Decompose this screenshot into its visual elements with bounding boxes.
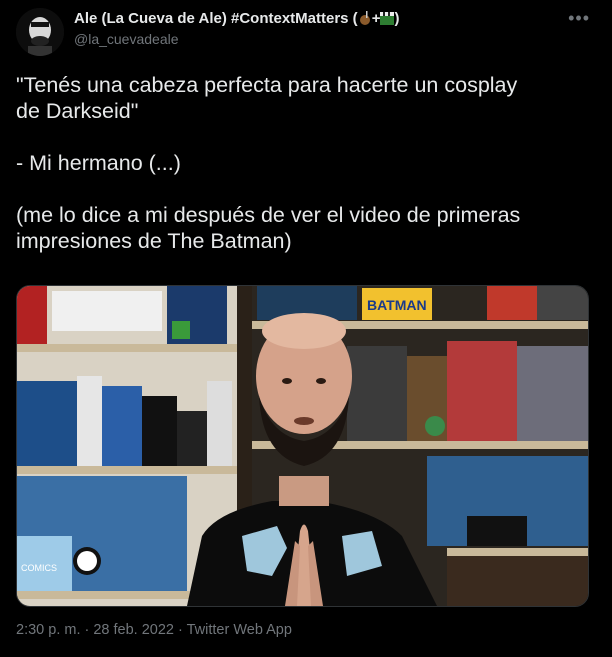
- tweet-line: impresiones de The Batman): [16, 229, 292, 253]
- avatar-image: [16, 8, 64, 56]
- more-icon[interactable]: •••: [568, 8, 590, 29]
- clapper-board-icon: [380, 12, 395, 25]
- tweet-line: (me lo dice a mi después de ver el video…: [16, 203, 521, 227]
- video-frame-image: COMICS BATMAN: [17, 286, 588, 606]
- display-name[interactable]: Ale (La Cueva de Ale) #ContextMatters (+…: [74, 10, 399, 27]
- tweet: Ale (La Cueva de Ale) #ContextMatters (+…: [0, 0, 612, 657]
- tweet-header: Ale (La Cueva de Ale) #ContextMatters (+…: [74, 10, 399, 47]
- tweet-line: - Mi hermano (...): [16, 151, 181, 175]
- mate-icon: [359, 11, 370, 25]
- user-handle[interactable]: @la_cuevadeale: [74, 31, 399, 47]
- tweet-line: "Tenés una cabeza perfecta para hacerte …: [16, 73, 518, 97]
- tweet-text: "Tenés una cabeza perfecta para hacerte …: [16, 72, 594, 254]
- tweet-media-image[interactable]: COMICS BATMAN: [16, 285, 589, 607]
- batman-label: BATMAN: [367, 297, 427, 313]
- tweet-timestamp[interactable]: 2:30 p. m. · 28 feb. 2022 · Twitter Web …: [16, 622, 292, 638]
- avatar[interactable]: [16, 8, 64, 56]
- tweet-line: de Darkseid": [16, 99, 139, 123]
- comics-label: COMICS: [21, 563, 57, 573]
